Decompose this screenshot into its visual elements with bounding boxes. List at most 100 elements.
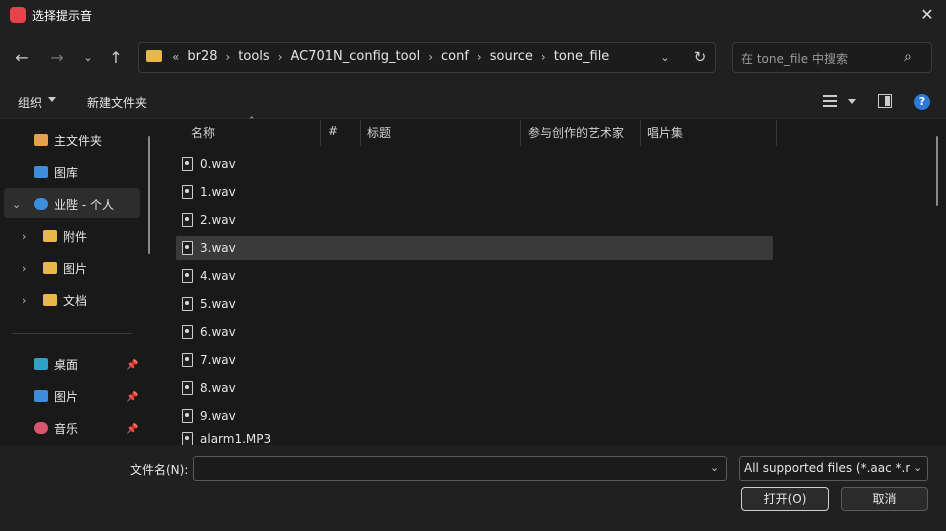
title-bar bbox=[0, 0, 946, 30]
sidebar-item-label: 音乐 bbox=[54, 421, 79, 436]
sidebar-item-label: 图片 bbox=[54, 389, 79, 404]
app-icon bbox=[10, 7, 26, 23]
column-header-artists[interactable]: 参与创作的艺术家 bbox=[528, 124, 624, 141]
organize-button[interactable]: 组织 bbox=[18, 94, 42, 111]
chevron-right-icon[interactable]: › bbox=[22, 294, 26, 307]
chevron-right-icon[interactable]: › bbox=[22, 230, 26, 243]
sidebar-item-music[interactable]: 音乐 bbox=[34, 415, 78, 441]
list-item[interactable]: 7.wav bbox=[180, 348, 772, 372]
breadcrumb-item[interactable]: source bbox=[484, 49, 539, 64]
chevron-right-icon[interactable]: › bbox=[223, 50, 232, 64]
sidebar-item-attachments[interactable]: 附件 bbox=[43, 223, 87, 249]
chevron-right-icon[interactable]: › bbox=[475, 50, 484, 64]
column-header-title[interactable]: 标题 bbox=[367, 124, 391, 141]
gallery-icon bbox=[34, 166, 48, 178]
file-list-scrollbar[interactable] bbox=[936, 136, 938, 206]
music-icon bbox=[34, 422, 48, 434]
search-placeholder: 在 tone_file 中搜索 bbox=[741, 52, 848, 66]
audio-file-icon bbox=[182, 157, 193, 171]
chevron-right-icon[interactable]: › bbox=[426, 50, 435, 64]
breadcrumb-item[interactable]: tone_file bbox=[548, 49, 616, 64]
sidebar-item-label: 主文件夹 bbox=[54, 133, 103, 148]
chevron-right-icon[interactable]: › bbox=[276, 50, 285, 64]
column-divider[interactable] bbox=[520, 120, 521, 146]
recent-locations-chevron-icon[interactable]: ⌄ bbox=[76, 46, 100, 70]
filename-input[interactable] bbox=[193, 456, 727, 481]
preview-pane-icon[interactable] bbox=[878, 94, 892, 108]
audio-file-icon bbox=[182, 353, 193, 367]
list-item[interactable]: 2.wav bbox=[180, 208, 772, 232]
cancel-button[interactable]: 取消 bbox=[841, 487, 928, 511]
divider bbox=[12, 333, 132, 334]
folder-icon bbox=[43, 230, 57, 242]
chevron-right-icon[interactable]: › bbox=[539, 50, 548, 64]
new-folder-button[interactable]: 新建文件夹 bbox=[87, 94, 147, 111]
list-item[interactable]: 8.wav bbox=[180, 376, 772, 400]
chevron-right-icon[interactable]: › bbox=[22, 262, 26, 275]
list-item[interactable]: 4.wav bbox=[180, 264, 772, 288]
list-item[interactable]: 9.wav bbox=[180, 404, 772, 428]
forward-arrow-icon[interactable]: → bbox=[45, 46, 69, 70]
chevron-down-icon[interactable]: ⌄ bbox=[12, 198, 21, 211]
pin-icon[interactable]: 📌 bbox=[126, 392, 138, 403]
filename-label: 文件名(N): bbox=[130, 463, 189, 477]
sidebar-item-onedrive[interactable]: 业陛 - 个人 bbox=[34, 191, 114, 217]
folder-icon bbox=[43, 262, 57, 274]
sidebar-item-label: 文档 bbox=[63, 293, 88, 308]
onedrive-icon bbox=[34, 198, 48, 210]
caret-down-icon[interactable] bbox=[848, 99, 856, 104]
sidebar-item-desktop[interactable]: 桌面 bbox=[34, 351, 78, 377]
list-item[interactable]: 5.wav bbox=[180, 292, 772, 316]
sidebar-item-documents[interactable]: 文档 bbox=[43, 287, 87, 313]
column-divider[interactable] bbox=[320, 120, 321, 146]
chevron-down-icon[interactable]: ⌄ bbox=[656, 48, 674, 68]
chevron-down-icon[interactable]: ⌄ bbox=[913, 461, 922, 474]
pin-icon[interactable]: 📌 bbox=[126, 424, 138, 435]
sidebar-item-label: 桌面 bbox=[54, 357, 79, 372]
breadcrumb: « br28 › tools › AC701N_config_tool › co… bbox=[170, 49, 615, 64]
column-divider[interactable] bbox=[360, 120, 361, 146]
breadcrumb-item[interactable]: tools bbox=[232, 49, 275, 64]
help-icon[interactable]: ? bbox=[914, 94, 930, 110]
breadcrumb-item[interactable]: AC701N_config_tool bbox=[285, 49, 427, 64]
sidebar-item-gallery[interactable]: 图库 bbox=[34, 159, 78, 185]
chevron-down-icon[interactable]: ⌄ bbox=[710, 461, 719, 474]
list-item[interactable]: alarm1.MP3 bbox=[180, 432, 772, 445]
list-item-selected[interactable]: 3.wav bbox=[176, 236, 773, 260]
column-header-album[interactable]: 唱片集 bbox=[647, 124, 683, 141]
breadcrumb-item[interactable]: conf bbox=[435, 49, 475, 64]
sidebar-item-label: 附件 bbox=[63, 229, 88, 244]
column-divider[interactable] bbox=[640, 120, 641, 146]
sidebar-item-label: 业陛 - 个人 bbox=[54, 197, 114, 212]
back-arrow-icon[interactable]: ← bbox=[10, 46, 34, 70]
list-item[interactable]: 0.wav bbox=[180, 152, 772, 176]
list-item[interactable]: 6.wav bbox=[180, 320, 772, 344]
refresh-icon[interactable]: ↻ bbox=[690, 46, 710, 68]
column-header-name[interactable]: 名称 bbox=[191, 124, 215, 141]
sort-ascending-icon: ⌃ bbox=[248, 116, 256, 126]
pin-icon[interactable]: 📌 bbox=[126, 360, 138, 371]
audio-file-icon bbox=[182, 185, 193, 199]
audio-file-icon bbox=[182, 325, 193, 339]
breadcrumb-overflow[interactable]: « bbox=[170, 50, 181, 64]
close-icon[interactable]: ✕ bbox=[916, 4, 938, 26]
up-arrow-icon[interactable]: ↑ bbox=[104, 46, 128, 70]
breadcrumb-item[interactable]: br28 bbox=[181, 49, 223, 64]
sidebar-scrollbar[interactable] bbox=[148, 136, 150, 254]
file-name: 1.wav bbox=[200, 185, 236, 199]
search-icon[interactable]: ⌕ bbox=[904, 49, 920, 65]
sidebar-item-pictures-folder[interactable]: 图片 bbox=[43, 255, 87, 281]
open-button[interactable]: 打开(O) bbox=[741, 487, 829, 511]
file-name: 2.wav bbox=[200, 213, 236, 227]
caret-down-icon[interactable] bbox=[48, 97, 56, 102]
sidebar-item-pictures[interactable]: 图片 bbox=[34, 383, 78, 409]
view-options-icon[interactable] bbox=[823, 94, 837, 108]
column-header-number[interactable]: # bbox=[328, 124, 338, 138]
window-title: 选择提示音 bbox=[32, 9, 93, 23]
file-name: 8.wav bbox=[200, 381, 236, 395]
file-name: 7.wav bbox=[200, 353, 236, 367]
sidebar-item-home[interactable]: 主文件夹 bbox=[34, 127, 102, 153]
column-divider[interactable] bbox=[776, 120, 777, 146]
folder-icon bbox=[146, 50, 162, 62]
list-item[interactable]: 1.wav bbox=[180, 180, 772, 204]
